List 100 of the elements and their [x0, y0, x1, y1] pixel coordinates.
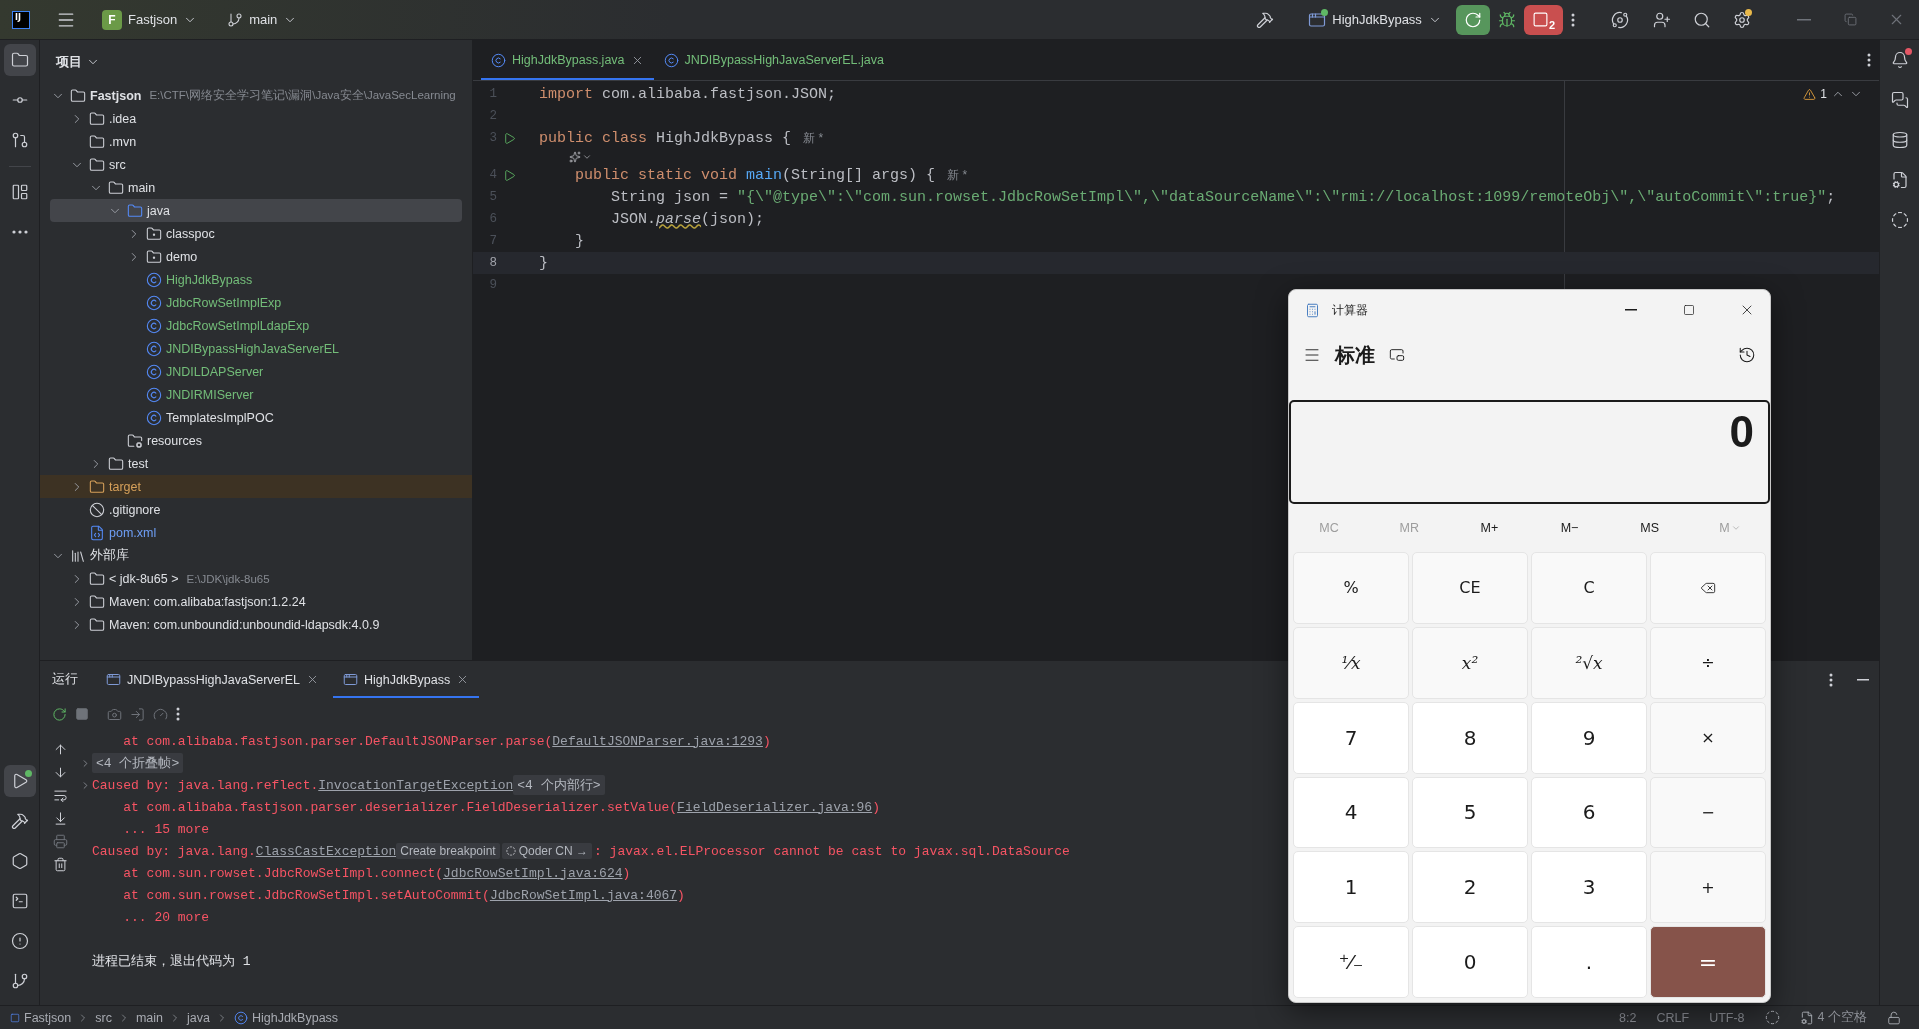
breadcrumb[interactable]: src: [95, 1010, 112, 1025]
calculator-key[interactable]: 4: [1293, 776, 1409, 849]
editor-tab[interactable]: HighJdkBypass.java: [481, 40, 654, 80]
calculator-key[interactable]: ÷: [1650, 626, 1766, 699]
calculator-key[interactable]: ⁺⁄₋: [1293, 926, 1409, 998]
tree-item[interactable]: .gitignore: [40, 498, 472, 521]
calculator-key[interactable]: 1: [1293, 851, 1409, 924]
lock-icon[interactable]: [1887, 1010, 1901, 1025]
assistant-hint[interactable]: Qoder CN →: [501, 843, 592, 859]
tree-item[interactable]: Maven: com.alibaba:fastjson:1.2.24: [40, 590, 472, 613]
memory-button[interactable]: M+: [1449, 513, 1530, 543]
tool-window-button[interactable]: [3, 44, 36, 76]
history-icon[interactable]: [1738, 346, 1756, 364]
tree-item[interactable]: 外部库: [40, 544, 472, 567]
stop-icon[interactable]: [75, 707, 89, 721]
calculator-key[interactable]: x²: [1412, 626, 1528, 699]
tree-item[interactable]: .idea: [40, 107, 472, 130]
exit-icon[interactable]: [130, 706, 145, 722]
run-config-selector[interactable]: HighJdkBypass: [1300, 4, 1450, 35]
source-link[interactable]: JdbcRowSetImpl.java:624: [443, 865, 623, 881]
calculator-key[interactable]: 5: [1412, 776, 1528, 849]
tree-item[interactable]: main: [40, 176, 472, 199]
tree-item[interactable]: java: [50, 199, 462, 222]
app-logo[interactable]: IJ: [12, 10, 30, 29]
calculator-key[interactable]: 7: [1293, 701, 1409, 774]
calculator-key[interactable]: C: [1531, 552, 1647, 624]
gauge-icon[interactable]: [153, 706, 168, 722]
rerun-button[interactable]: [1455, 4, 1490, 35]
breadcrumb[interactable]: java: [187, 1010, 210, 1025]
tree-item[interactable]: target: [40, 475, 472, 498]
calculator-key[interactable]: 0: [1412, 926, 1528, 998]
close-icon[interactable]: [306, 673, 319, 686]
calculator-key[interactable]: 8: [1412, 701, 1528, 774]
tree-item[interactable]: demo: [40, 245, 472, 268]
tree-item[interactable]: JNDIRMIServer: [40, 383, 472, 406]
tree-item[interactable]: Maven: com.unboundid:unboundid-ldapsdk:4.0.9: [40, 613, 472, 636]
source-link[interactable]: FieldDeserializer.java:96: [677, 799, 873, 815]
inline-action[interactable]: Create breakpoint: [396, 843, 500, 859]
calculator-key[interactable]: 6: [1531, 776, 1647, 849]
author-hint[interactable]: 新 *: [947, 166, 968, 184]
project-selector[interactable]: F Fastjson: [94, 4, 206, 35]
breadcrumb[interactable]: HighJdkBypass: [233, 1010, 339, 1025]
print-icon[interactable]: [52, 834, 68, 849]
caret-position[interactable]: 8:2: [1619, 1010, 1637, 1025]
warning-counter[interactable]: 1: [1803, 87, 1863, 101]
wrap-icon[interactable]: [52, 788, 68, 803]
tree-item[interactable]: resources: [40, 429, 472, 452]
tree-item[interactable]: TemplatesImplPOC: [40, 406, 472, 429]
tree-item[interactable]: JNDIBypassHighJavaServerEL: [40, 337, 472, 360]
tree-item[interactable]: JNDILDAPServer: [40, 360, 472, 383]
inline-hint[interactable]: <4 个内部行>: [513, 775, 605, 795]
run-tab[interactable]: HighJdkBypass: [333, 661, 480, 698]
tool-window-button[interactable]: [3, 765, 36, 797]
source-link[interactable]: ClassCastException: [255, 843, 397, 859]
tree-item[interactable]: classpoc: [40, 222, 472, 245]
breadcrumb[interactable]: Fastjson: [10, 1010, 72, 1025]
calculator-key[interactable]: CE: [1412, 552, 1528, 624]
run-icon[interactable]: [502, 131, 516, 145]
tree-item[interactable]: HighJdkBypass: [40, 268, 472, 291]
tree-item[interactable]: JdbcRowSetImplExp: [40, 291, 472, 314]
calculator-key[interactable]: ×: [1650, 701, 1766, 774]
keep-on-top-icon[interactable]: [1389, 347, 1405, 363]
trash-icon[interactable]: [52, 857, 68, 872]
source-link[interactable]: InvocationTargetException: [318, 777, 514, 793]
calculator-key[interactable]: =: [1650, 926, 1766, 998]
calculator-key[interactable]: 2: [1412, 851, 1528, 924]
calculator-key[interactable]: 9: [1531, 701, 1647, 774]
tree-item[interactable]: Fastjson E:\CTF\网络安全学习笔记\漏洞\Java安全\JavaSecLearning: [40, 84, 472, 107]
run-icon[interactable]: [502, 168, 516, 182]
more-icon[interactable]: [176, 707, 180, 721]
indent-setting[interactable]: 4 个空格: [1799, 1009, 1867, 1026]
author-hint[interactable]: 新 *: [803, 129, 824, 147]
tree-item[interactable]: < jdk-8u65 > E:\JDK\jdk-8u65: [40, 567, 472, 590]
calculator-key[interactable]: .: [1531, 926, 1647, 998]
tree-item[interactable]: test: [40, 452, 472, 475]
breadcrumb[interactable]: main: [135, 1010, 163, 1025]
rerun-icon[interactable]: [52, 706, 67, 722]
calculator-key[interactable]: ²√x: [1531, 626, 1647, 699]
tree-item[interactable]: src: [40, 153, 472, 176]
calculator-key[interactable]: %: [1293, 552, 1409, 624]
tree-item[interactable]: .mvn: [40, 130, 472, 153]
calculator-key[interactable]: +: [1650, 851, 1766, 924]
source-link[interactable]: DefaultJSONParser.java:1293: [552, 733, 763, 749]
calculator-key[interactable]: −: [1650, 776, 1766, 849]
camera-icon[interactable]: [107, 706, 122, 722]
inline-hint[interactable]: <4 个折叠帧>: [92, 753, 184, 773]
calculator-key[interactable]: 3: [1531, 851, 1647, 924]
branch-selector[interactable]: main: [219, 4, 306, 35]
memory-button[interactable]: M−: [1529, 513, 1610, 543]
arrow-up-icon[interactable]: [52, 742, 68, 757]
memory-button[interactable]: MS: [1609, 513, 1690, 543]
calculator-key[interactable]: ¹⁄x: [1293, 626, 1409, 699]
menu-icon[interactable]: [1303, 346, 1321, 364]
project-view-selector[interactable]: 项目: [50, 52, 106, 72]
stop-button[interactable]: 2: [1523, 4, 1563, 35]
editor-tab[interactable]: JNDIBypassHighJavaServerEL.java: [653, 40, 894, 80]
display-field[interactable]: 0: [1289, 400, 1770, 504]
run-tab[interactable]: JNDIBypassHighJavaServerEL: [96, 661, 329, 698]
tree-item[interactable]: JdbcRowSetImplLdapExp: [40, 314, 472, 337]
arrow-down-icon[interactable]: [52, 765, 68, 780]
